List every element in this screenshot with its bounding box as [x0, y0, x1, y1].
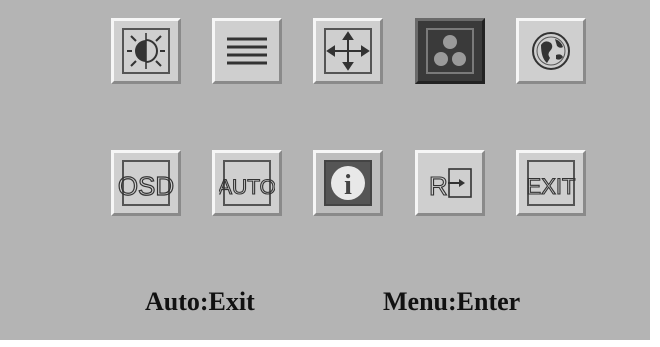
- move-arrows-icon: [320, 25, 376, 77]
- reset-icon: R: [422, 157, 478, 209]
- language-menu-item[interactable]: [516, 18, 586, 84]
- osd-icon-label: OSD: [118, 171, 174, 201]
- auto-icon-label: AUTO: [219, 176, 275, 199]
- info-icon-label: i: [344, 170, 352, 201]
- position-menu-item[interactable]: [313, 18, 383, 84]
- osd-icon: OSD: [118, 157, 174, 209]
- brightness-contrast-icon: [118, 25, 174, 77]
- exit-icon: EXIT: [523, 157, 579, 209]
- osd-settings-menu-item[interactable]: OSD: [111, 150, 181, 216]
- exit-icon-label: EXIT: [527, 174, 576, 199]
- horizontal-lines-icon: [219, 25, 275, 77]
- auto-adjust-menu-item[interactable]: AUTO: [212, 150, 282, 216]
- osd-menu-panel: OSD AUTO i R EXIT Auto:Exit Menu:Enter: [0, 0, 650, 340]
- auto-exit-hint: Auto:Exit: [145, 287, 255, 316]
- reset-menu-item[interactable]: R: [415, 150, 485, 216]
- information-menu-item[interactable]: i: [313, 150, 383, 216]
- color-menu-item[interactable]: [415, 18, 485, 84]
- image-settings-menu-item[interactable]: [212, 18, 282, 84]
- exit-menu-item[interactable]: EXIT: [516, 150, 586, 216]
- auto-icon: AUTO: [219, 157, 275, 209]
- reset-icon-label: R: [429, 171, 448, 201]
- color-dots-icon: [422, 25, 478, 77]
- menu-enter-hint: Menu:Enter: [383, 287, 521, 316]
- globe-icon: [523, 25, 579, 77]
- info-icon: i: [320, 157, 376, 209]
- brightness-menu-item[interactable]: [111, 18, 181, 84]
